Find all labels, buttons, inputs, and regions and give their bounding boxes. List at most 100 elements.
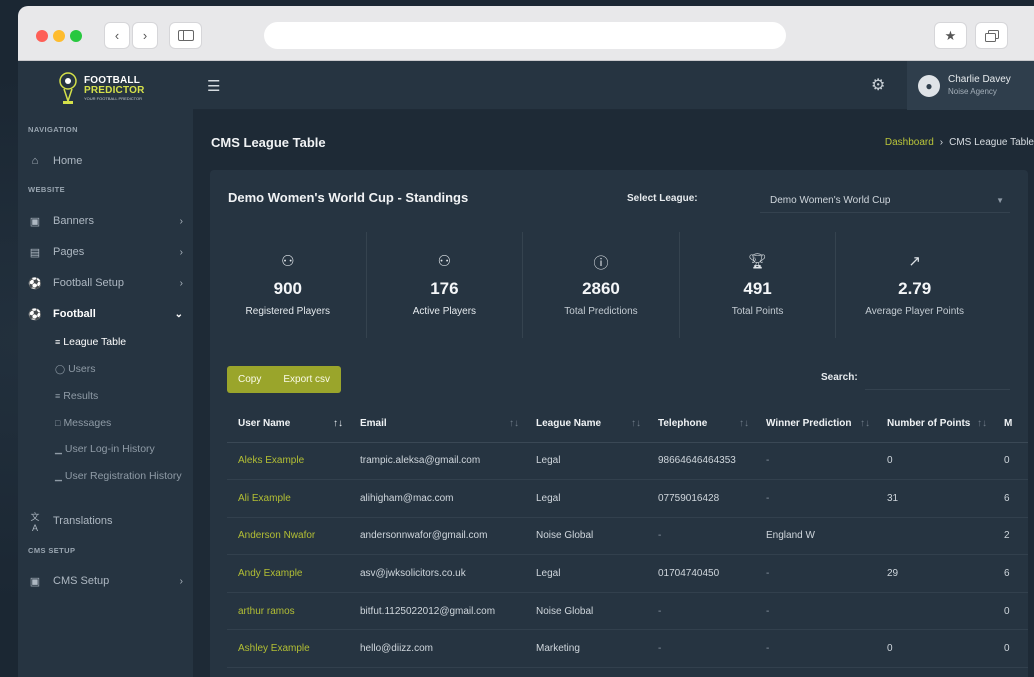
user-name-link[interactable]: Ashley Example <box>227 629 349 669</box>
forward-button[interactable]: › <box>133 23 157 48</box>
ball-icon: ⚽ <box>28 308 42 321</box>
search-input[interactable] <box>865 365 1010 390</box>
column-header-label: Number of Points <box>887 418 971 430</box>
league-cell: Legal <box>525 554 647 593</box>
close-window-button[interactable] <box>36 30 48 42</box>
trend-icon: ↗ <box>908 253 921 270</box>
league-cell: Legal <box>525 479 647 518</box>
bookmark-button[interactable]: ★ <box>935 23 966 48</box>
sidebar-item-football[interactable]: ⚽ Football ⌄ <box>28 304 183 324</box>
points-cell <box>876 592 993 631</box>
telephone-cell: 01704740450 <box>647 554 755 593</box>
user-name-link[interactable]: Anderson Nwafor <box>227 517 349 556</box>
sidebar-item-home[interactable]: ⌂ Home <box>28 151 183 171</box>
translate-icon: 文A <box>30 511 40 533</box>
sidebar-subitem-label: Messages <box>63 417 112 429</box>
m-cell: 2 <box>993 517 1028 556</box>
points-cell <box>876 517 993 556</box>
sidebar-item-label: Football Setup <box>53 277 124 289</box>
card-title: Demo Women's World Cup - Standings <box>228 190 469 205</box>
export-csv-button[interactable]: Export csv <box>272 374 341 385</box>
stat-value: 2.79 <box>898 279 932 298</box>
minimize-window-button[interactable] <box>53 30 65 42</box>
user-name-link[interactable]: Aleks Example <box>227 442 349 481</box>
chevron-right-icon: › <box>179 575 183 587</box>
sidebar-subitem-results[interactable]: ≡ Results <box>55 389 190 404</box>
sidebar-subitem-label: Results <box>63 390 99 402</box>
sidebar-item-cms-setup[interactable]: ▣ CMS Setup › <box>28 571 183 591</box>
column-header-label: User Name <box>238 418 291 430</box>
address-bar[interactable] <box>264 22 786 49</box>
tabs-button[interactable] <box>976 23 1007 48</box>
column-header[interactable]: Number of Points ↑↓ <box>876 406 993 443</box>
sort-icon: ↑↓ <box>631 418 641 429</box>
user-name-link[interactable]: arthur ramos <box>227 592 349 631</box>
gear-icon[interactable]: ⚙ <box>871 75 885 95</box>
stat-value: 491 <box>743 279 772 298</box>
m-cell: 0 <box>993 592 1028 631</box>
column-header[interactable]: Winner Prediction ↑↓ <box>755 406 876 443</box>
table-row: arthur ramos bitfut.1125022012@gmail.com… <box>227 592 1028 631</box>
sidebar-item-banners[interactable]: ▣ Banners › <box>28 211 183 231</box>
sidebar-item-label: Banners <box>53 215 94 227</box>
table-row: Ashley Example hello@diizz.com Marketing… <box>227 629 1028 669</box>
league-cell: Marketing <box>525 629 647 669</box>
sidebar-subitem-registration-history[interactable]: ▁ User Registration History <box>55 469 190 484</box>
copy-button[interactable]: Copy <box>227 374 272 385</box>
sidebar-subitem-users[interactable]: ◯ Users <box>55 362 190 377</box>
sidebar-item-pages[interactable]: ▤ Pages › <box>28 242 183 262</box>
column-header[interactable]: M <box>993 406 1028 443</box>
sidebar-item-label: Football <box>53 308 96 320</box>
search-label: Search: <box>821 372 858 383</box>
chevron-right-icon: › <box>939 137 944 148</box>
sidebar-subitem-league-table[interactable]: ≡ League Table <box>55 335 190 350</box>
select-league-label: Select League: <box>627 193 698 204</box>
breadcrumb-dashboard-link[interactable]: Dashboard <box>885 137 934 148</box>
list-icon: ≡ <box>55 391 61 401</box>
sidebar-item-label: Home <box>53 155 83 167</box>
m-cell: 6 <box>993 554 1028 593</box>
column-header[interactable]: League Name ↑↓ <box>525 406 647 443</box>
column-header[interactable]: User Name ↑↓ <box>227 406 349 443</box>
users-icon: ⚇ <box>281 253 295 270</box>
winner-prediction-cell: England W <box>755 517 876 556</box>
stat-label: Active Players <box>412 306 477 317</box>
column-header[interactable]: Email ↑↓ <box>349 406 525 443</box>
user-name-link[interactable]: Andy Example <box>227 554 349 593</box>
table-row: Aleks Example trampic.aleksa@gmail.com L… <box>227 442 1028 481</box>
chevron-right-icon: › <box>142 28 148 43</box>
sidebar-subitem-messages[interactable]: □ Messages <box>55 416 190 431</box>
user-name: Charlie Davey <box>948 73 1011 85</box>
column-header[interactable]: Telephone ↑↓ <box>647 406 755 443</box>
sidebar-subitem-login-history[interactable]: ▁ User Log-in History <box>55 442 190 457</box>
sort-icon: ↑↓ <box>739 418 749 429</box>
chevron-right-icon: › <box>179 246 183 258</box>
user-menu[interactable]: ● Charlie Davey Noise Agency <box>907 61 1034 110</box>
column-header-label: League Name <box>536 418 602 430</box>
sidebar-toggle-button[interactable] <box>170 23 201 48</box>
section-website: WEBSITE <box>28 185 65 194</box>
sidebar-subitem-label: League Table <box>63 336 127 348</box>
back-button[interactable]: ‹ <box>105 23 129 48</box>
points-cell: 0 <box>876 629 993 669</box>
caret-down-icon: ▼ <box>996 195 1004 205</box>
menu-icon[interactable]: ☰ <box>207 77 220 95</box>
sidebar-item-football-setup[interactable]: ⚽ Football Setup › <box>28 273 183 293</box>
sidebar: FOOTBALL PREDICTOR YOUR FOOTBALL PREDICT… <box>18 61 193 677</box>
settings-box-icon: ▣ <box>29 575 41 588</box>
league-cell: Noise Global <box>525 592 647 631</box>
column-header-label: M <box>1004 418 1013 430</box>
stat-label: Registered Players <box>245 306 331 317</box>
stat-value: 900 <box>273 279 302 298</box>
user-name-link[interactable]: Ali Example <box>227 479 349 518</box>
league-select[interactable]: Demo Women's World Cup ▼ <box>760 188 1010 213</box>
sidebar-item-translations[interactable]: 文A Translations <box>28 511 183 533</box>
telephone-cell: - <box>647 517 755 556</box>
sidebar-item-label: Pages <box>53 246 85 258</box>
email-cell: hello@diizz.com <box>349 629 525 669</box>
league-cell: Noise Global <box>525 517 647 556</box>
email-cell: asv@jwksolicitors.co.uk <box>349 554 525 593</box>
winner-prediction-cell: - <box>755 479 876 518</box>
maximize-window-button[interactable] <box>70 30 82 42</box>
app-logo[interactable]: FOOTBALL PREDICTOR YOUR FOOTBALL PREDICT… <box>58 69 158 109</box>
